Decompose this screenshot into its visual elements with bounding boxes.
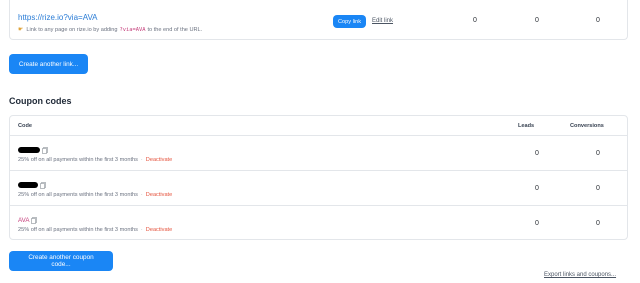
deactivate-link[interactable]: Deactivate [146, 192, 172, 198]
copy-icon[interactable] [31, 216, 38, 224]
link-stat-conversions: 0 [596, 17, 600, 24]
coupon-description: 25% off on all payments within the first… [18, 227, 138, 233]
coupon-description: 25% off on all payments within the first… [18, 157, 138, 163]
hint-suffix: to the end of the URL. [147, 26, 203, 33]
create-link-button[interactable]: Create another link... [9, 54, 88, 74]
coupon-table: Code Leads Conversions 25% off on all pa… [9, 115, 628, 240]
column-conversions: Conversions [570, 123, 604, 129]
referral-link-hint: ☛ Link to any page on rize.io by adding … [18, 26, 203, 34]
column-code: Code [18, 123, 32, 129]
table-header: Code Leads Conversions [10, 116, 627, 136]
separator: · [140, 192, 143, 198]
deactivate-link[interactable]: Deactivate [146, 227, 172, 233]
hint-code: ?via=AVA [119, 26, 146, 33]
coupon-leads: 0 [535, 150, 539, 157]
coupon-description: 25% off on all payments within the first… [18, 192, 138, 198]
table-row: 25% off on all payments within the first… [10, 136, 627, 171]
deactivate-link[interactable]: Deactivate [146, 157, 172, 163]
pointing-hand-icon: ☛ [18, 27, 24, 33]
coupon-conversions: 0 [596, 150, 600, 157]
separator: · [140, 157, 143, 163]
coupon-conversions: 0 [596, 185, 600, 192]
copy-icon[interactable] [42, 146, 48, 154]
redacted-code [18, 182, 38, 188]
link-stat-leads: 0 [535, 17, 539, 24]
coupon-leads: 0 [535, 185, 539, 192]
table-row: 25% off on all payments within the first… [10, 171, 627, 206]
hint-prefix: Link to any page on rize.io by adding [26, 26, 118, 33]
coupon-code: AVA [18, 216, 30, 224]
redacted-code [18, 147, 40, 153]
column-leads: Leads [518, 123, 535, 129]
table-row: AVA 25% off on all payments within the f… [10, 206, 627, 241]
copy-icon[interactable] [40, 181, 46, 189]
coupon-conversions: 0 [596, 220, 600, 227]
edit-link[interactable]: Edit link [372, 18, 393, 24]
separator: · [140, 227, 143, 233]
coupon-codes-title: Coupon codes [9, 96, 72, 106]
link-stat-clicks: 0 [473, 17, 477, 24]
create-coupon-button[interactable]: Create another coupon code... [9, 251, 113, 271]
referral-link-url[interactable]: https://rize.io?via=AVA [18, 13, 98, 22]
coupon-leads: 0 [535, 220, 539, 227]
referral-link-card: https://rize.io?via=AVA ☛ Link to any pa… [9, 0, 628, 40]
export-link[interactable]: Export links and coupons... [544, 272, 616, 278]
copy-link-button[interactable]: Copy link [333, 15, 367, 28]
